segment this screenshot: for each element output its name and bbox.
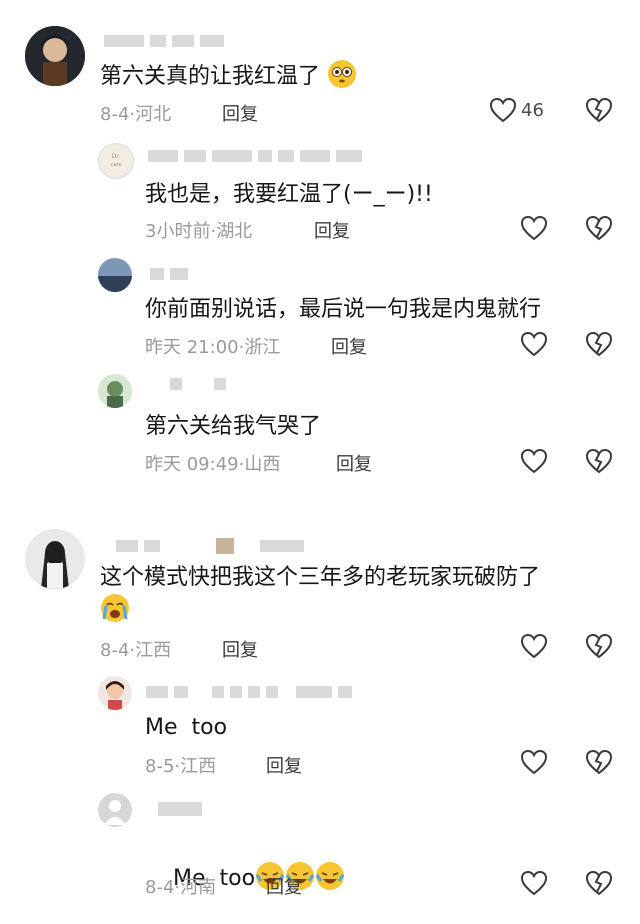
comment-meta: 8-4·河南 xyxy=(145,877,217,898)
comment-text: 你前面别说话，最后说一句我是内鬼就行 xyxy=(145,297,542,322)
avatar[interactable] xyxy=(98,676,132,710)
reply-button[interactable]: 回复 xyxy=(331,333,367,359)
flushed-face-icon xyxy=(327,60,357,89)
laughing-tears-icon xyxy=(315,862,345,891)
username-blurred[interactable] xyxy=(104,35,224,47)
dislike-broken-heart-icon[interactable] xyxy=(585,97,613,123)
like-heart-icon[interactable] xyxy=(520,870,548,896)
reply-button[interactable]: 回复 xyxy=(222,100,258,126)
dislike-broken-heart-icon[interactable] xyxy=(585,633,613,659)
svg-text:care: care xyxy=(111,162,122,168)
comment-text: 我也是，我要红温了(ー_ー)!! xyxy=(145,182,433,207)
dislike-broken-heart-icon[interactable] xyxy=(585,448,613,474)
comment-meta: 8-4·江西 xyxy=(100,640,172,661)
like-heart-icon[interactable] xyxy=(520,331,548,357)
comment-meta: 昨天 09:49·山西 xyxy=(145,454,281,475)
like-heart-icon[interactable] xyxy=(489,97,517,123)
like-heart-icon[interactable] xyxy=(520,215,548,241)
reply-button[interactable]: 回复 xyxy=(266,752,302,778)
reply-button[interactable]: 回复 xyxy=(336,450,372,476)
comment-text: 第六关真的让我红温了 xyxy=(100,59,357,92)
comment-text: 这个模式快把我这个三年多的老玩家玩破防了 xyxy=(100,563,540,626)
avatar[interactable] xyxy=(25,26,85,86)
like-count: 46 xyxy=(521,100,544,121)
like-heart-icon[interactable] xyxy=(520,448,548,474)
like-heart-icon[interactable] xyxy=(520,749,548,775)
svg-text:Dr.: Dr. xyxy=(112,153,121,160)
reply-button[interactable]: 回复 xyxy=(314,217,350,243)
dislike-broken-heart-icon[interactable] xyxy=(585,331,613,357)
username-blurred[interactable] xyxy=(116,538,304,554)
dislike-broken-heart-icon[interactable] xyxy=(585,215,613,241)
comment-meta: 3小时前·湖北 xyxy=(145,221,253,242)
comment-meta: 昨天 21:00·浙江 xyxy=(145,337,281,358)
avatar[interactable] xyxy=(25,529,85,589)
avatar[interactable] xyxy=(98,374,132,408)
username-blurred[interactable] xyxy=(146,686,352,698)
comment-meta: 8-4·河北 xyxy=(100,104,172,125)
avatar[interactable] xyxy=(98,258,132,292)
reply-button[interactable]: 回复 xyxy=(222,636,258,662)
comment-text: 第六关给我气哭了 xyxy=(145,414,322,439)
comment-meta: 8-5·江西 xyxy=(145,756,217,777)
crying-face-icon xyxy=(100,594,130,623)
reply-button[interactable]: 回复 xyxy=(266,873,302,899)
username-blurred[interactable] xyxy=(150,268,188,280)
username-blurred[interactable] xyxy=(148,150,362,162)
dislike-broken-heart-icon[interactable] xyxy=(585,749,613,775)
avatar[interactable]: Dr. care xyxy=(98,143,134,179)
default-avatar-icon[interactable] xyxy=(98,793,132,827)
dislike-broken-heart-icon[interactable] xyxy=(585,870,613,896)
comment-text: Me too xyxy=(145,715,228,740)
username-blurred[interactable] xyxy=(170,378,226,390)
like-heart-icon[interactable] xyxy=(520,633,548,659)
username-blurred[interactable] xyxy=(158,802,202,816)
